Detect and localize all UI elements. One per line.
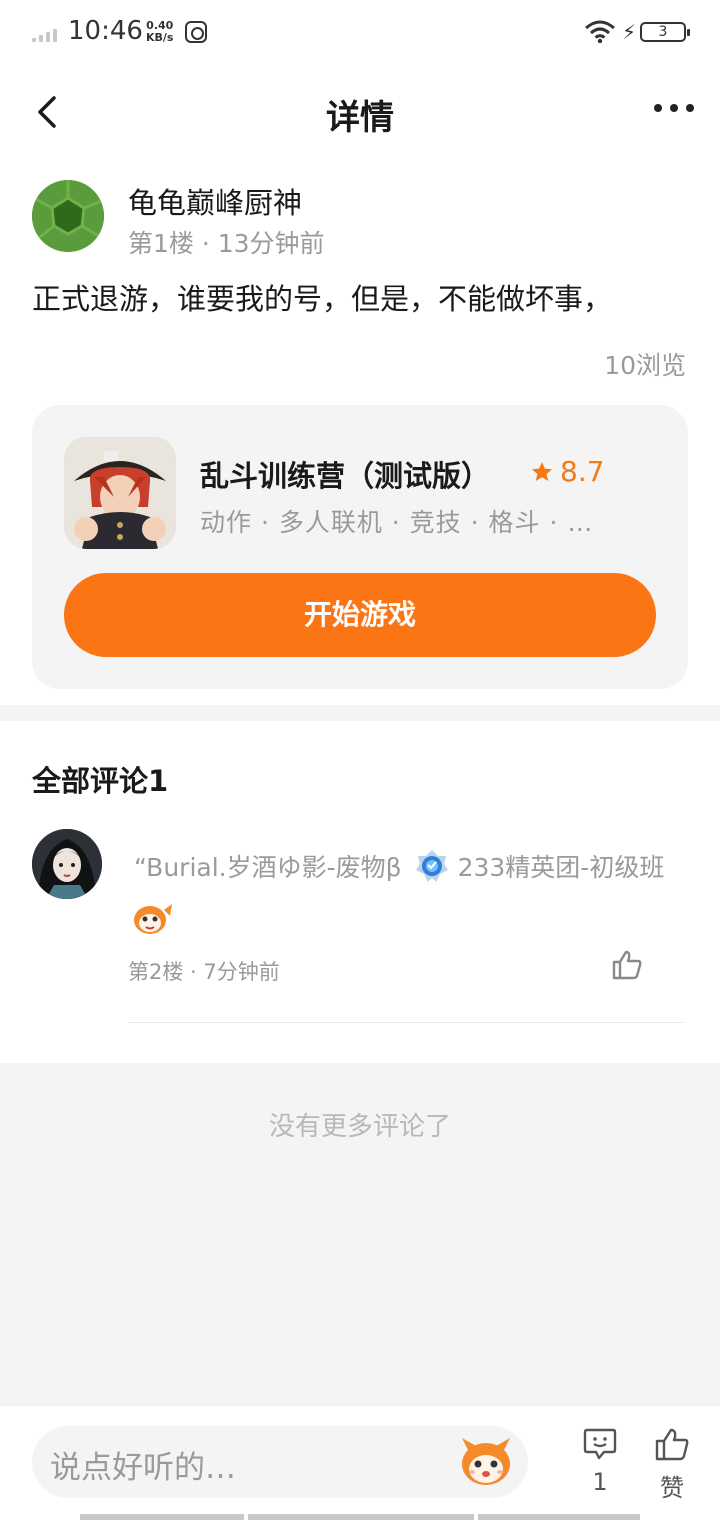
signal-icon: [32, 26, 60, 42]
network-speed: 0.40 KB/s: [146, 20, 173, 44]
pirate-character-icon: [64, 437, 176, 549]
status-bar: 10:46 0.40 KB/s ⚡ 3: [0, 0, 720, 66]
view-count: 10浏览: [604, 351, 686, 380]
game-tags: 动作 · 多人联机 · 竞技 · 格斗 · …: [200, 508, 594, 537]
rating-value: 8.7: [560, 455, 605, 488]
thumbs-up-icon: [655, 1428, 689, 1461]
comment-divider: [128, 1022, 684, 1023]
start-game-button[interactable]: 开始游戏: [64, 573, 656, 657]
author-avatar[interactable]: [32, 180, 104, 252]
crest-badge-icon: [415, 850, 448, 882]
girl-portrait-icon: [32, 829, 102, 899]
no-more-comments: 没有更多评论了: [268, 1112, 451, 1142]
comment-input[interactable]: 说点好听的…: [32, 1426, 528, 1498]
page-title: 详情: [326, 98, 394, 138]
comments-header: 全部评论1: [32, 764, 169, 798]
bottom-bar: 说点好听的… 1 赞: [0, 1405, 720, 1520]
turtle-shell-icon: [32, 180, 104, 252]
wifi-icon: [585, 20, 615, 44]
commenter-avatar[interactable]: [32, 829, 102, 899]
commenter-name[interactable]: “Burial.岁酒ゆ影-废物β: [134, 848, 402, 884]
title-bar: 详情: [0, 66, 720, 158]
comment-text: “Burial.岁酒ゆ影-废物β 233精英团-初级班: [134, 848, 664, 884]
post-meta: 第1楼 · 13分钟前: [128, 229, 325, 258]
like-label: 赞: [660, 1474, 684, 1502]
nav-handle-center: [248, 1514, 474, 1520]
group-name[interactable]: 233精英团-初级班: [458, 848, 665, 884]
game-name[interactable]: 乱斗训练营（测试版）: [200, 453, 490, 495]
comment-bubble-icon: [583, 1428, 617, 1460]
battery-indicator: 3: [640, 22, 690, 42]
author-name[interactable]: 龟龟巅峰厨神: [128, 180, 302, 222]
game-rating: 8.7: [530, 455, 605, 488]
emoji-mascot-icon[interactable]: [458, 1436, 514, 1488]
comment-meta: 第2楼 · 7分钟前: [128, 960, 280, 984]
charging-icon: ⚡: [622, 20, 637, 44]
game-card[interactable]: 乱斗训练营（测试版） 8.7 动作 · 多人联机 · 竞技 · 格斗 · … 开…: [32, 405, 688, 689]
section-divider: [0, 705, 720, 721]
like-button[interactable]: 赞: [650, 1426, 694, 1503]
nav-handle-left: [80, 1514, 244, 1520]
network-speed-unit: KB/s: [146, 31, 174, 44]
nav-handle-right: [478, 1514, 640, 1520]
comment-input-placeholder: 说点好听的…: [50, 1450, 236, 1486]
more-options-icon[interactable]: [654, 104, 694, 112]
mascot-sticker-icon: [134, 904, 172, 934]
star-icon: [532, 461, 552, 481]
comment-count: 1: [592, 1468, 608, 1496]
comment-like-icon[interactable]: [610, 948, 644, 982]
comment-button[interactable]: 1: [578, 1426, 622, 1496]
post-body: 正式退游，谁要我的号，但是，不能做坏事，: [32, 282, 613, 316]
status-time: 10:46: [68, 16, 143, 46]
notification-icon: [185, 21, 207, 43]
game-icon[interactable]: [64, 437, 176, 549]
